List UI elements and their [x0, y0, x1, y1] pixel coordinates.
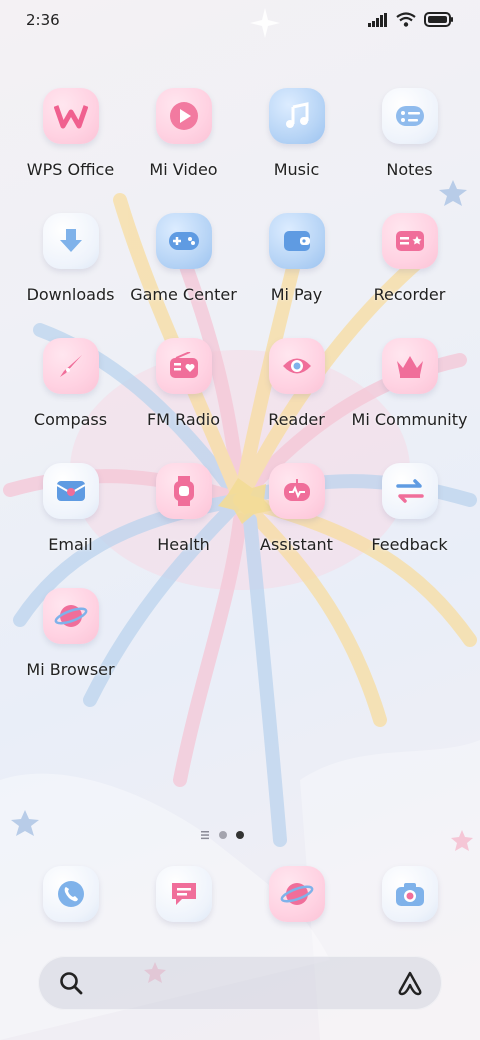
mi-video-icon	[156, 88, 212, 144]
app-downloads[interactable]: Downloads	[14, 213, 127, 323]
app-assistant[interactable]: Assistant	[240, 463, 353, 573]
signal-icon	[368, 12, 387, 27]
battery-icon	[424, 12, 453, 27]
wps-office-icon	[43, 88, 99, 144]
downloads-icon	[43, 213, 99, 269]
email-icon	[43, 463, 99, 519]
app-mi-community[interactable]: Mi Community	[352, 338, 467, 448]
app-email[interactable]: Email	[14, 463, 127, 573]
app-label: Feedback	[371, 535, 448, 554]
fm-radio-icon	[156, 338, 212, 394]
search-bar[interactable]	[38, 956, 442, 1010]
dock-browser[interactable]	[240, 866, 353, 926]
messages-icon	[156, 866, 212, 922]
notes-icon	[382, 88, 438, 144]
wifi-icon	[396, 12, 416, 27]
page-dot	[219, 831, 227, 839]
app-mi-browser[interactable]: Mi Browser	[14, 588, 127, 698]
mi-pay-icon	[269, 213, 325, 269]
app-health[interactable]: Health	[127, 463, 240, 573]
search-icon[interactable]	[58, 970, 84, 996]
dock-messages[interactable]	[127, 866, 240, 926]
mi-community-icon	[382, 338, 438, 394]
status-time: 2:36	[26, 11, 60, 29]
app-mi-pay[interactable]: Mi Pay	[240, 213, 353, 323]
camera-icon	[382, 866, 438, 922]
app-music[interactable]: Music	[240, 88, 353, 198]
assistant-logo-icon[interactable]	[396, 970, 424, 996]
app-label: Notes	[386, 160, 433, 179]
app-fm-radio[interactable]: FM Radio	[127, 338, 240, 448]
health-icon	[156, 463, 212, 519]
app-notes[interactable]: Notes	[353, 88, 466, 198]
app-feedback[interactable]: Feedback	[353, 463, 466, 573]
dock	[0, 866, 480, 926]
dock-camera[interactable]	[353, 866, 466, 926]
app-game-center[interactable]: Game Center	[127, 213, 240, 323]
menu-lines-icon	[201, 831, 209, 840]
app-recorder[interactable]: Recorder	[353, 213, 466, 323]
compass-icon	[43, 338, 99, 394]
dock-phone[interactable]	[14, 866, 127, 926]
recorder-icon	[382, 213, 438, 269]
phone-icon	[43, 866, 99, 922]
status-bar: 2:36	[0, 0, 480, 44]
app-label: Recorder	[373, 285, 446, 304]
page-dot-active	[236, 831, 244, 839]
app-mi-video[interactable]: Mi Video	[127, 88, 240, 198]
feedback-icon	[382, 463, 438, 519]
page-indicator[interactable]	[200, 830, 244, 840]
browser-icon	[269, 866, 325, 922]
mi-browser-icon	[43, 588, 99, 644]
game-center-icon	[156, 213, 212, 269]
app-reader[interactable]: Reader	[240, 338, 353, 448]
status-icons	[368, 12, 454, 27]
assistant-icon	[269, 463, 325, 519]
app-label: Mi Browser	[26, 660, 115, 679]
reader-icon	[269, 338, 325, 394]
app-wps-office[interactable]: WPS Office	[14, 88, 127, 198]
app-compass[interactable]: Compass	[14, 338, 127, 448]
music-icon	[269, 88, 325, 144]
app-label: Mi Community	[351, 410, 468, 429]
